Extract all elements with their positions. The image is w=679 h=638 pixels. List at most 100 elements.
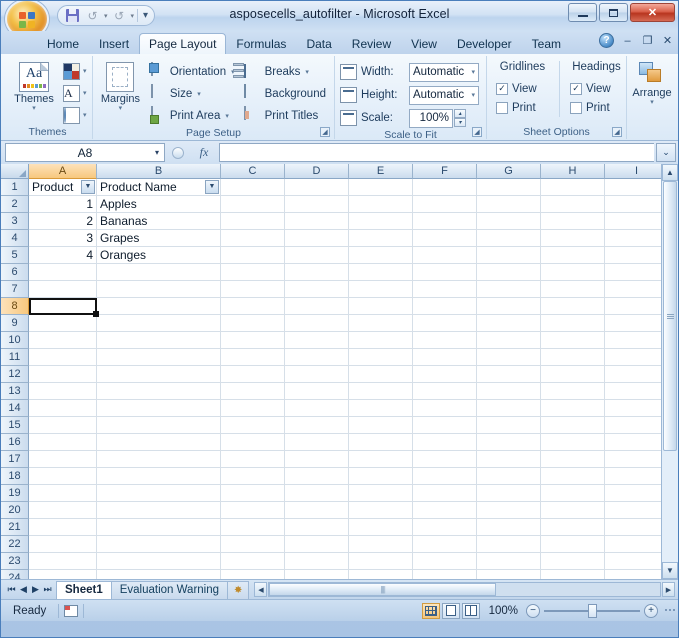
cell-H24[interactable] <box>541 570 605 579</box>
arrange-dropdown-icon[interactable]: ▾ <box>650 99 654 106</box>
vertical-scroll-track[interactable] <box>662 181 678 562</box>
breaks-dropdown-icon[interactable]: ▾ <box>305 68 309 76</box>
scale-stepper[interactable]: 100% ▴ ▾ <box>409 108 466 128</box>
cell-E21[interactable] <box>349 519 413 536</box>
cell-G4[interactable] <box>477 230 541 247</box>
column-header-a[interactable]: A <box>29 164 97 179</box>
column-header-f[interactable]: F <box>413 164 477 179</box>
cell-H15[interactable] <box>541 417 605 434</box>
tab-home[interactable]: Home <box>37 33 89 54</box>
cell-C24[interactable] <box>221 570 285 579</box>
cell-I14[interactable] <box>605 400 661 417</box>
cell-I11[interactable] <box>605 349 661 366</box>
cell-H16[interactable] <box>541 434 605 451</box>
cell-F24[interactable] <box>413 570 477 579</box>
scale-down-icon[interactable]: ▾ <box>454 118 466 127</box>
column-header-c[interactable]: C <box>221 164 285 179</box>
cell-B19[interactable] <box>97 485 221 502</box>
cell-C18[interactable] <box>221 468 285 485</box>
themes-button[interactable]: Aa Themes ▾ <box>8 60 60 112</box>
cell-D14[interactable] <box>285 400 349 417</box>
cell-H11[interactable] <box>541 349 605 366</box>
cell-C23[interactable] <box>221 553 285 570</box>
theme-effects-dropdown-icon[interactable]: ▾ <box>83 111 87 119</box>
cell-B3[interactable]: Bananas <box>97 213 221 230</box>
cell-C1[interactable] <box>221 179 285 196</box>
cell-A10[interactable] <box>29 332 97 349</box>
cell-D10[interactable] <box>285 332 349 349</box>
width-dropdown-icon[interactable]: ▾ <box>471 68 475 76</box>
cell-G22[interactable] <box>477 536 541 553</box>
cell-G23[interactable] <box>477 553 541 570</box>
cell-E16[interactable] <box>349 434 413 451</box>
cell-D6[interactable] <box>285 264 349 281</box>
cell-C13[interactable] <box>221 383 285 400</box>
cell-G11[interactable] <box>477 349 541 366</box>
cell-A2[interactable]: 1 <box>29 196 97 213</box>
cell-E11[interactable] <box>349 349 413 366</box>
cell-C14[interactable] <box>221 400 285 417</box>
cell-I2[interactable] <box>605 196 661 213</box>
horizontal-scroll-thumb[interactable]: |||| <box>269 583 496 596</box>
cell-D23[interactable] <box>285 553 349 570</box>
cell-E7[interactable] <box>349 281 413 298</box>
tab-insert[interactable]: Insert <box>89 33 139 54</box>
cell-H19[interactable] <box>541 485 605 502</box>
cell-D8[interactable] <box>285 298 349 315</box>
cell-A1[interactable]: Product ▼ <box>29 179 97 196</box>
cell-B18[interactable] <box>97 468 221 485</box>
cell-G20[interactable] <box>477 502 541 519</box>
cell-B8[interactable] <box>97 298 221 315</box>
cell-F16[interactable] <box>413 434 477 451</box>
cell-A12[interactable] <box>29 366 97 383</box>
headings-print-checkbox[interactable]: Print <box>566 98 627 117</box>
cell-D19[interactable] <box>285 485 349 502</box>
row-header-18[interactable]: 18 <box>1 468 29 485</box>
gridlines-print-checkbox-box[interactable] <box>496 101 508 114</box>
cell-B17[interactable] <box>97 451 221 468</box>
cell-E23[interactable] <box>349 553 413 570</box>
cell-H8[interactable] <box>541 298 605 315</box>
tab-team[interactable]: Team <box>522 33 571 54</box>
cell-D5[interactable] <box>285 247 349 264</box>
cell-A14[interactable] <box>29 400 97 417</box>
background-button[interactable]: Background <box>241 83 329 104</box>
zoom-out-button[interactable]: − <box>526 603 540 618</box>
row-header-6[interactable]: 6 <box>1 264 29 281</box>
tab-view[interactable]: View <box>401 33 447 54</box>
cell-H3[interactable] <box>541 213 605 230</box>
cell-A15[interactable] <box>29 417 97 434</box>
vertical-scroll-thumb[interactable] <box>663 181 677 451</box>
scroll-up-button[interactable]: ▲ <box>662 164 678 181</box>
normal-view-button[interactable] <box>422 602 440 619</box>
cell-D20[interactable] <box>285 502 349 519</box>
cell-B10[interactable] <box>97 332 221 349</box>
cell-H6[interactable] <box>541 264 605 281</box>
margins-button[interactable]: Margins ▾ <box>98 60 143 112</box>
cell-F14[interactable] <box>413 400 477 417</box>
name-box-dropdown-icon[interactable]: ▾ <box>155 148 159 157</box>
print-titles-button[interactable]: Print Titles <box>241 105 329 126</box>
row-header-3[interactable]: 3 <box>1 213 29 230</box>
orientation-button[interactable]: Orientation ▾ <box>146 61 238 82</box>
cell-D9[interactable] <box>285 315 349 332</box>
cell-I8[interactable] <box>605 298 661 315</box>
cell-D22[interactable] <box>285 536 349 553</box>
cell-H17[interactable] <box>541 451 605 468</box>
cell-D1[interactable] <box>285 179 349 196</box>
row-header-11[interactable]: 11 <box>1 349 29 366</box>
cell-E5[interactable] <box>349 247 413 264</box>
cell-H21[interactable] <box>541 519 605 536</box>
cell-G10[interactable] <box>477 332 541 349</box>
zoom-thumb[interactable] <box>588 603 597 618</box>
cell-G7[interactable] <box>477 281 541 298</box>
cell-A5[interactable]: 4 <box>29 247 97 264</box>
cell-E13[interactable] <box>349 383 413 400</box>
scale-up-icon[interactable]: ▴ <box>454 109 466 118</box>
gridlines-view-checkbox[interactable]: View <box>492 79 553 98</box>
cell-F18[interactable] <box>413 468 477 485</box>
cell-F19[interactable] <box>413 485 477 502</box>
cell-H12[interactable] <box>541 366 605 383</box>
cell-F8[interactable] <box>413 298 477 315</box>
cell-H10[interactable] <box>541 332 605 349</box>
